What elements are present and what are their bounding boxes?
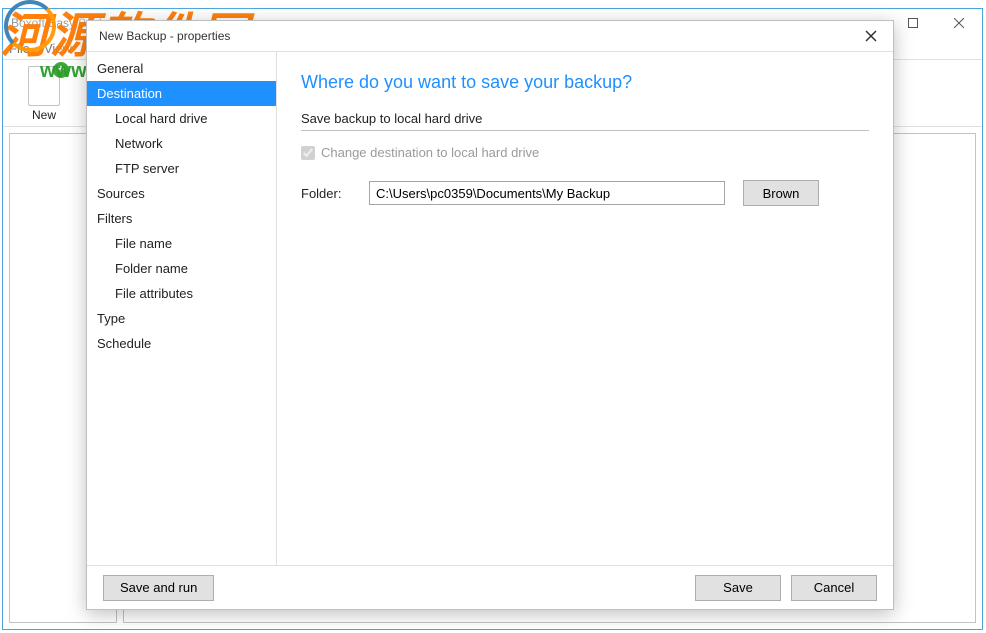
tree-folder-name[interactable]: Folder name [87, 256, 276, 281]
save-button[interactable]: Save [695, 575, 781, 601]
main-pane: Where do you want to save your backup? S… [277, 52, 893, 565]
tree-destination[interactable]: Destination [87, 81, 276, 106]
nav-tree: General Destination Local hard drive Net… [87, 52, 277, 565]
tree-schedule[interactable]: Schedule [87, 331, 276, 356]
maximize-button[interactable] [890, 9, 936, 37]
change-destination-row: Change destination to local hard drive [301, 145, 869, 160]
folder-input[interactable] [369, 181, 725, 205]
tree-type[interactable]: Type [87, 306, 276, 331]
dialog-title: New Backup - properties [99, 29, 230, 43]
new-button[interactable]: + New [21, 64, 67, 122]
new-label: New [21, 108, 67, 122]
new-document-icon: + [21, 64, 67, 108]
close-button[interactable] [936, 9, 982, 37]
tree-file-attributes[interactable]: File attributes [87, 281, 276, 306]
cancel-button[interactable]: Cancel [791, 575, 877, 601]
tree-network[interactable]: Network [87, 131, 276, 156]
tree-sources[interactable]: Sources [87, 181, 276, 206]
tree-ftp-server[interactable]: FTP server [87, 156, 276, 181]
menu-view[interactable]: View [44, 41, 72, 56]
tree-filters[interactable]: Filters [87, 206, 276, 231]
tree-file-name[interactable]: File name [87, 231, 276, 256]
dialog-body: General Destination Local hard drive Net… [87, 51, 893, 565]
tree-local-hard-drive[interactable]: Local hard drive [87, 106, 276, 131]
menu-file[interactable]: File [9, 41, 30, 56]
dialog-footer: Save and run Save Cancel [87, 565, 893, 609]
folder-row: Folder: Brown [301, 180, 869, 206]
folder-label: Folder: [301, 186, 351, 201]
dialog-close-button[interactable] [855, 24, 887, 48]
browse-button[interactable]: Brown [743, 180, 819, 206]
dialog-titlebar: New Backup - properties [87, 21, 893, 51]
properties-dialog: New Backup - properties General Destinat… [86, 20, 894, 610]
tree-general[interactable]: General [87, 56, 276, 81]
save-and-run-button[interactable]: Save and run [103, 575, 214, 601]
change-destination-checkbox [301, 146, 315, 160]
page-title: Where do you want to save your backup? [301, 72, 869, 93]
section-heading: Save backup to local hard drive [301, 111, 869, 131]
change-destination-label: Change destination to local hard drive [321, 145, 539, 160]
